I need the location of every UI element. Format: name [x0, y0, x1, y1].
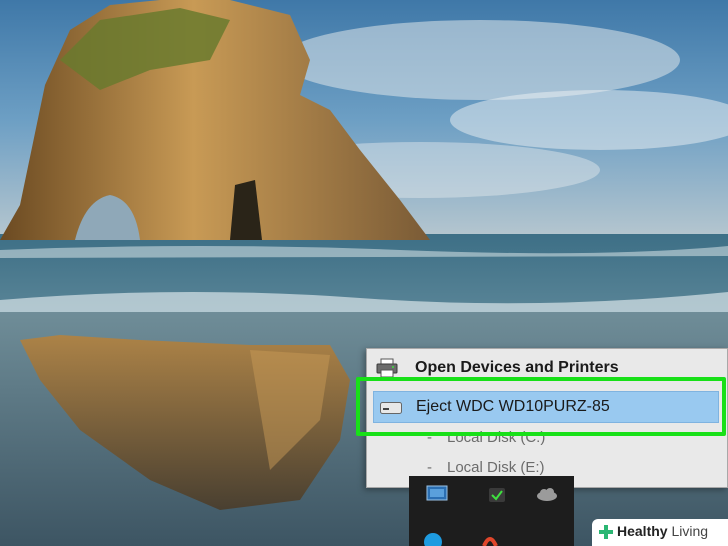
security-check-icon[interactable]	[487, 486, 507, 504]
sub-item-local-disk-c[interactable]: - Local Disk (C:)	[427, 429, 545, 446]
skype-icon[interactable]	[423, 532, 443, 546]
sub-item-label: Local Disk (E:)	[447, 459, 545, 476]
cloud-icon[interactable]	[535, 486, 559, 502]
watermark-text: Healthy Living	[617, 523, 708, 539]
open-devices-and-printers-item[interactable]: Open Devices and Printers	[367, 353, 727, 383]
watermark-brand: Healthy	[617, 523, 668, 539]
watermark-brand-2: Living	[671, 523, 709, 539]
health-cross-icon	[599, 525, 613, 539]
eject-drive-item[interactable]: Eject WDC WD10PURZ-85	[373, 391, 719, 423]
sub-item-local-disk-e[interactable]: - Local Disk (E:)	[427, 459, 545, 476]
network-icon[interactable]	[425, 484, 449, 504]
device-context-menu: Open Devices and Printers Eject WDC WD10…	[366, 348, 728, 488]
usb-drive-icon	[380, 402, 402, 414]
eject-label: Eject WDC WD10PURZ-85	[416, 398, 610, 415]
sub-item-label: Local Disk (C:)	[447, 429, 546, 446]
printer-icon	[376, 358, 398, 378]
system-tray	[409, 476, 574, 546]
app-icon[interactable]	[481, 532, 499, 546]
sub-item-dash: -	[427, 459, 432, 476]
brand-watermark: Healthy Living	[592, 519, 728, 546]
open-devices-label: Open Devices and Printers	[415, 359, 619, 376]
sub-item-dash: -	[427, 429, 432, 446]
